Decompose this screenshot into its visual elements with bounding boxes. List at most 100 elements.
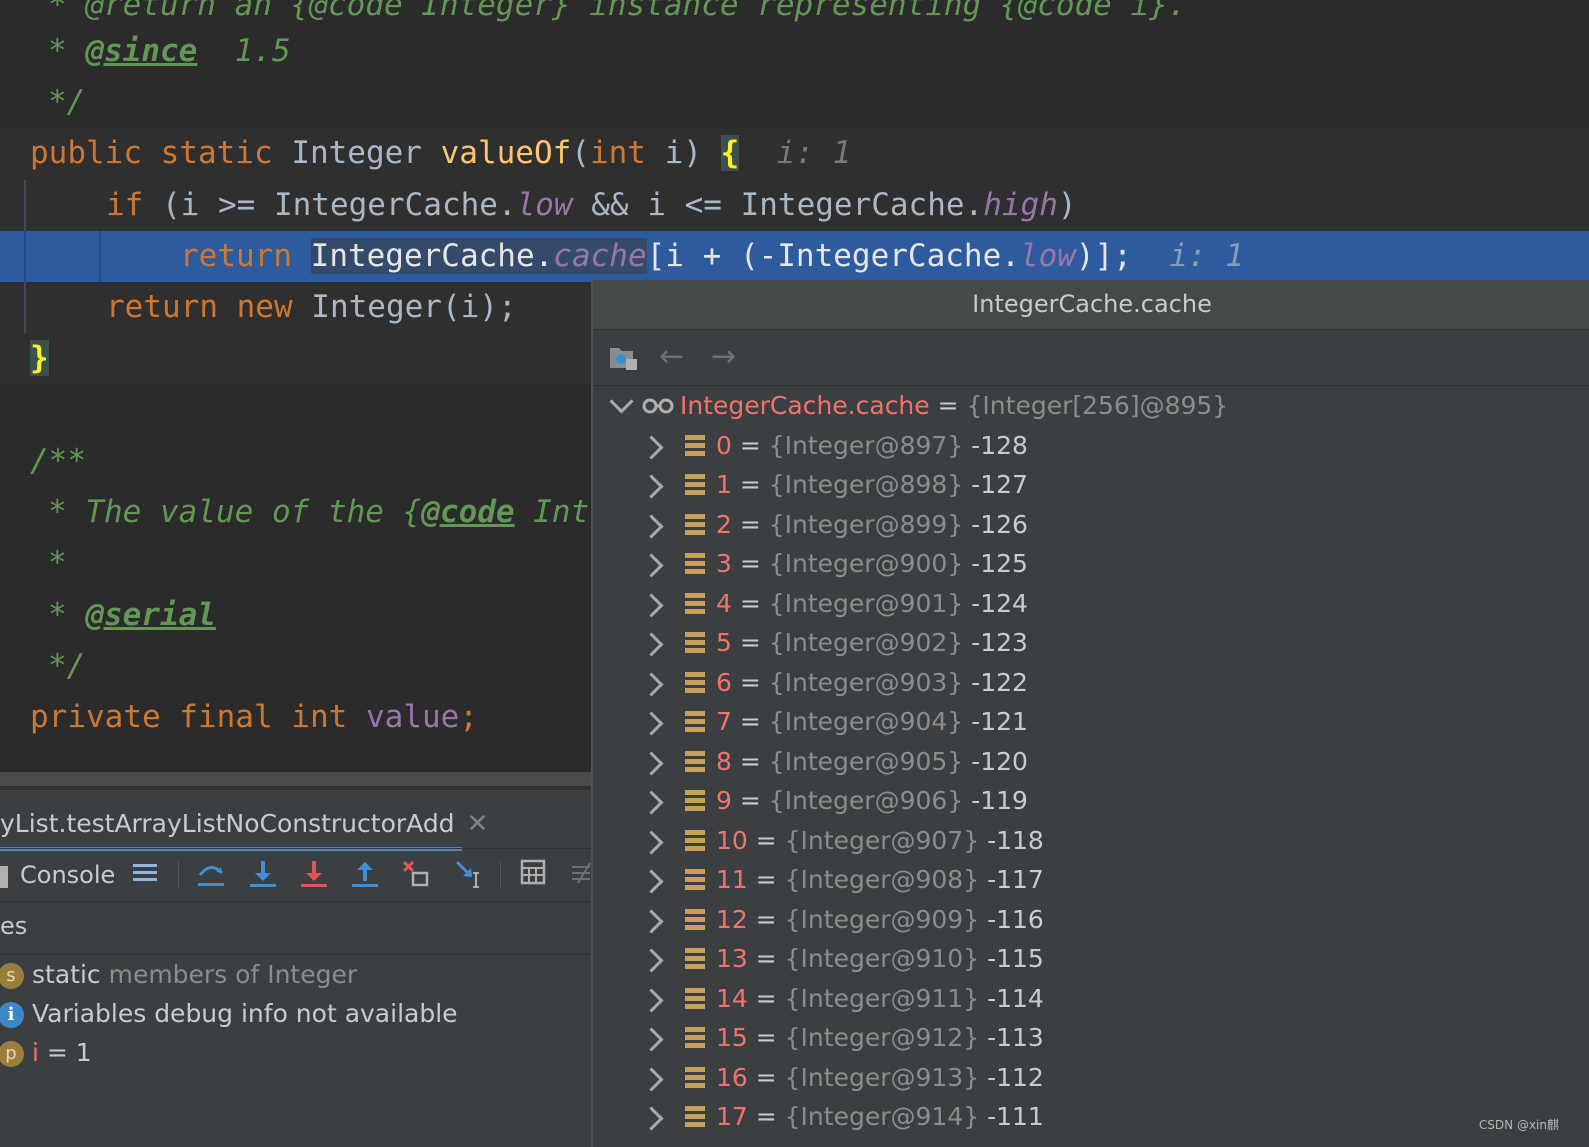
chevron-right-icon[interactable] [639,434,664,460]
array-element-icon [685,592,705,615]
indent-guide [24,180,26,231]
chevron-right-icon[interactable] [639,592,664,618]
editor-horizontal-scrollbar[interactable] [0,772,593,786]
element-index: 8 [716,746,732,776]
array-element-icon [685,1027,705,1049]
chevron-down-icon[interactable] [609,389,634,414]
chevron-right-icon[interactable] [639,671,664,697]
variables-panel-header: es [0,904,593,955]
element-index: 4 [716,588,732,618]
debug-session-tab[interactable]: yList.testArrayListNoConstructorAdd ✕ [0,804,488,844]
element-value: -118 [987,825,1044,855]
element-type: {Integer@913} [784,1062,980,1092]
variable-row-static[interactable]: s static members of Integer [0,956,357,994]
execution-point-line[interactable]: return IntegerCache.cache[i + (-IntegerC… [0,231,1589,282]
console-tab[interactable]: Console [20,859,115,891]
forward-arrow-icon[interactable]: → [711,342,736,372]
element-type: {Integer@908} [784,865,980,894]
element-type: {Integer@903} [768,667,964,697]
evaluate-expression-icon[interactable] [520,859,546,891]
element-type: {Integer@907} [784,825,980,855]
element-value: -120 [971,746,1028,776]
element-value: -128 [971,430,1028,460]
chevron-right-icon[interactable] [639,829,664,855]
chevron-right-icon[interactable] [639,908,664,934]
chevron-right-icon[interactable] [639,474,664,499]
code-line-signature: public static Integer valueOf(int i) { i… [30,135,852,171]
element-type: {Integer@899} [768,509,964,539]
element-index: 16 [716,1062,748,1092]
drop-frame-icon[interactable] [401,859,431,891]
element-value: -119 [971,786,1028,815]
step-over-icon[interactable] [196,859,226,891]
chevron-right-icon[interactable] [639,948,664,973]
code-line-if: if (i >= IntegerCache.low && i <= Intege… [106,187,1077,223]
show-frames-icon[interactable] [132,859,158,891]
element-type: {Integer@902} [768,628,964,657]
element-index: 0 [716,430,732,460]
element-index: 12 [716,904,748,934]
chevron-right-icon[interactable] [639,1066,664,1092]
element-index: 7 [716,707,732,736]
code-line-doc-close: */ [48,84,86,120]
trace-current-stream-icon[interactable] [570,859,593,891]
chevron-right-icon[interactable] [639,553,664,578]
info-icon: i [0,1002,24,1028]
chevron-right-icon[interactable] [639,632,664,657]
static-members-icon: s [0,963,24,989]
back-arrow-icon[interactable]: ← [659,342,684,372]
array-element-icon [685,869,705,891]
element-type: {Integer@906} [768,786,964,815]
array-element-icon [685,948,705,970]
element-value: -126 [971,509,1028,539]
matched-brace: { [720,135,740,171]
toolbar-separator [500,861,501,889]
array-element-icon [685,513,705,536]
element-index: 9 [716,786,732,815]
element-index: 1 [716,470,732,499]
watermark: CSDN @xin麒 [1478,1118,1559,1132]
element-value: -112 [987,1062,1044,1092]
debug-toolbar: Console [0,848,593,902]
element-type: {Integer@904} [768,707,964,736]
close-icon[interactable]: ✕ [467,809,489,839]
chevron-right-icon[interactable] [639,1027,664,1052]
array-element-icon [685,790,705,812]
run-to-cursor-icon[interactable] [454,859,484,891]
element-type: {Integer@912} [784,1023,980,1052]
array-element-icon [685,1106,705,1128]
toolbar-separator [178,861,179,889]
chevron-right-icon[interactable] [639,1106,664,1131]
chevron-right-icon[interactable] [639,750,664,776]
add-to-watches-icon[interactable] [609,344,639,378]
chevron-right-icon[interactable] [639,869,664,894]
array-element-icon [685,908,705,931]
element-type: {Integer@898} [768,470,964,499]
chevron-right-icon[interactable] [639,790,664,815]
array-element-icon [685,671,705,694]
chevron-right-icon[interactable] [639,711,664,736]
step-out-icon[interactable] [350,859,380,891]
element-index: 11 [716,865,748,894]
element-index: 17 [716,1102,748,1131]
variable-row-info: i Variables debug info not available [0,995,458,1033]
indent-guide [24,282,26,333]
popup-title: IntegerCache.cache [593,280,1589,330]
element-value: -113 [987,1023,1044,1052]
element-index: 5 [716,628,732,657]
chevron-right-icon[interactable] [639,513,664,539]
debug-session-tabbar: yList.testArrayListNoConstructorAdd ✕ [0,786,593,852]
array-element-icon [685,474,705,496]
element-value: -127 [971,470,1028,499]
chevron-right-icon[interactable] [639,987,664,1013]
element-value: -114 [987,983,1044,1013]
value-inspector-popup: IntegerCache.cache ← → IntegerCache.cach… [591,280,1589,1147]
step-into-icon[interactable] [248,859,278,891]
array-element-icon [685,987,705,1010]
element-value: -122 [971,667,1028,697]
force-step-into-icon[interactable] [299,859,329,891]
element-index: 15 [716,1023,748,1052]
popup-toolbar: ← → [593,330,1589,386]
array-element-icon [685,434,705,457]
variable-row-i[interactable]: pi = 1 [0,1034,92,1072]
